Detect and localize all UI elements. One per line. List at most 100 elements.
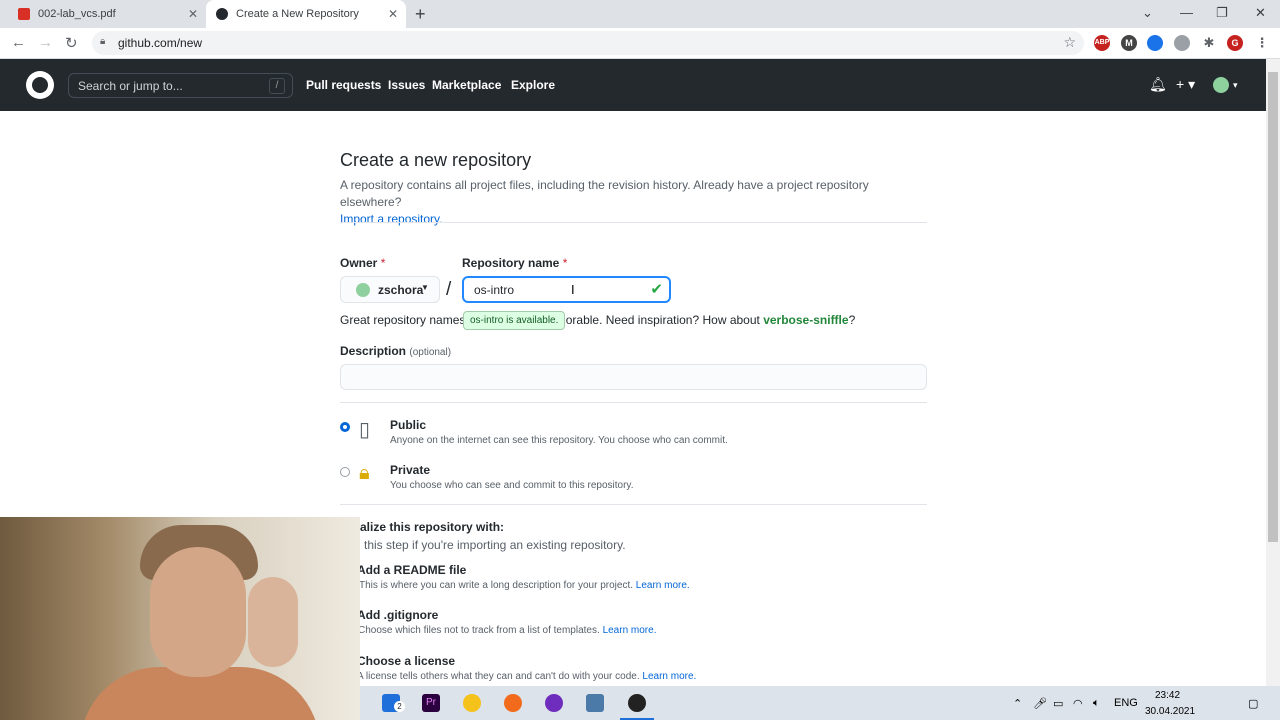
required-mark: * (380, 256, 386, 270)
private-label: Private (390, 463, 431, 477)
extension-icon[interactable]: M (1121, 35, 1137, 51)
premiere-icon[interactable]: Pr (422, 694, 440, 712)
close-icon[interactable]: ✕ (188, 7, 198, 21)
adblock-extension-icon[interactable]: ABP (1094, 35, 1110, 51)
search-input[interactable]: Search or jump to... / (68, 73, 293, 98)
lock-icon[interactable]: 🔒︎ (100, 36, 105, 47)
divider (340, 402, 927, 403)
suggested-name-link[interactable]: verbose-sniffle (763, 313, 848, 327)
windows-taskbar: 2 Pr ⌃ 🎤︎ ▭ ◠ 🔈︎ ENG ▢ (360, 686, 1280, 720)
learn-more-link[interactable]: Learn more. (642, 671, 696, 682)
virtualbox-icon[interactable] (586, 694, 604, 712)
browser-toolbar: ← → ↻ 🔒︎ github.com/new ☆ ABP M ✱ G ⋮ (0, 28, 1280, 59)
person-hand (248, 577, 298, 667)
clock-time[interactable]: 23:42 (1155, 690, 1180, 701)
public-label: Public (390, 418, 427, 432)
minimize-icon[interactable]: — (1180, 5, 1193, 20)
maximize-icon[interactable]: ❐ (1216, 5, 1228, 21)
profile-avatar[interactable]: G (1227, 35, 1243, 51)
hint-mid: orable. Need inspiration? How about (565, 313, 760, 327)
optional-tag: (optional) (409, 347, 452, 358)
repo-book-icon: ▯ (359, 419, 371, 441)
text-cursor-icon: I (571, 282, 575, 297)
check-icon: ✔ (650, 281, 663, 298)
close-icon[interactable]: ✕ (388, 7, 398, 21)
owner-select[interactable]: zschora ▼ (340, 276, 440, 303)
address-bar[interactable]: 🔒︎ github.com/new ☆ (92, 31, 1084, 55)
license-option-label[interactable]: Choose a license (357, 654, 455, 668)
repository-name-input[interactable]: os-intro ✔ (462, 276, 671, 303)
github-icon (216, 8, 228, 20)
nav-marketplace[interactable]: Marketplace (432, 78, 501, 92)
shield-extension-icon[interactable] (1174, 35, 1190, 51)
microphone-icon[interactable]: 🎤︎ (1033, 697, 1047, 710)
hint-prefix: Great repository names (340, 313, 466, 327)
readme-option-label[interactable]: Add a README file (357, 563, 466, 577)
learn-more-link[interactable]: Learn more. (603, 625, 657, 636)
description-label: Description (optional) (340, 344, 451, 358)
nav-issues[interactable]: Issues (388, 78, 425, 92)
avatar[interactable] (1213, 77, 1229, 93)
learn-more-link[interactable]: Learn more. (636, 580, 690, 591)
required-mark: * (562, 256, 568, 270)
tor-icon[interactable] (545, 694, 563, 712)
tab-search-icon[interactable]: ⌄ (1142, 5, 1153, 21)
tray-chevron-icon[interactable]: ⌃ (1013, 697, 1022, 710)
scrollbar-thumb[interactable] (1268, 72, 1278, 542)
back-icon[interactable]: ← (11, 34, 26, 51)
repo-name-label: Repository name * (462, 256, 567, 270)
private-note: You choose who can see and commit to thi… (390, 480, 634, 491)
search-shortcut-key: / (269, 78, 285, 94)
reload-icon[interactable]: ↻ (65, 34, 78, 52)
chevron-down-icon[interactable]: ▾ (1233, 80, 1238, 91)
github-header: Search or jump to... / Pull requests Iss… (0, 59, 1266, 111)
owner-avatar (356, 283, 370, 297)
clock-date[interactable]: 30.04.2021 (1145, 706, 1195, 717)
notifications-icon[interactable]: ▢ (1248, 697, 1258, 710)
gitignore-note-text: Choose which files not to track from a l… (358, 625, 600, 636)
owner-label-text: Owner (340, 256, 378, 270)
gitignore-option-note: Choose which files not to track from a l… (358, 625, 656, 636)
public-radio[interactable] (340, 422, 350, 432)
bookmark-star-icon[interactable]: ☆ (1063, 34, 1076, 51)
volume-icon[interactable]: 🔈︎ (1093, 697, 1100, 710)
github-logo-icon[interactable] (26, 71, 54, 99)
language-indicator[interactable]: ENG (1114, 697, 1138, 709)
tab-pdf[interactable]: 002-lab_vcs.pdf ✕ (8, 0, 206, 28)
person-face (150, 547, 246, 677)
lock-icon: 🔒︎ (359, 462, 370, 484)
init-heading: alize this repository with: (360, 520, 505, 534)
window-close-icon[interactable]: ✕ (1255, 5, 1266, 21)
create-plus-icon[interactable]: + ▾ (1176, 76, 1195, 93)
mail-badge: 2 (394, 701, 405, 712)
extension-icon[interactable] (1147, 35, 1163, 51)
readme-option-note: This is where you can write a long descr… (359, 580, 690, 591)
bell-icon[interactable]: 🔔︎ (1149, 76, 1167, 93)
extensions-puzzle-icon[interactable]: ✱ (1201, 35, 1217, 51)
battery-icon[interactable]: ▭ (1053, 697, 1063, 710)
url-text: github.com/new (118, 36, 203, 50)
forward-icon[interactable]: → (38, 34, 53, 51)
jupyter-icon[interactable] (504, 694, 522, 712)
wifi-icon[interactable]: ◠ (1073, 697, 1083, 710)
obs-icon[interactable] (628, 694, 646, 712)
owner-repo-separator: / (446, 279, 452, 300)
owner-label: Owner * (340, 256, 385, 270)
app-icon[interactable] (463, 694, 481, 712)
search-placeholder: Search or jump to... (78, 79, 183, 93)
divider (340, 504, 927, 505)
tab-title: 002-lab_vcs.pdf (38, 8, 116, 20)
page-title: Create a new repository (340, 150, 532, 170)
nav-explore[interactable]: Explore (511, 78, 555, 92)
menu-kebab-icon[interactable]: ⋮ (1254, 35, 1270, 51)
description-input[interactable] (340, 364, 927, 390)
nav-pull-requests[interactable]: Pull requests (306, 78, 381, 92)
private-radio[interactable] (340, 467, 350, 477)
availability-tooltip: os-intro is available. (463, 311, 566, 330)
import-repository-link[interactable]: Import a repository. (340, 212, 442, 226)
gitignore-option-label[interactable]: Add .gitignore (357, 608, 438, 622)
new-tab-icon[interactable]: + (415, 4, 426, 25)
tab-github[interactable]: Create a New Repository ✕ (206, 0, 406, 28)
pdf-icon (18, 8, 30, 20)
repo-name-label-text: Repository name (462, 256, 560, 270)
